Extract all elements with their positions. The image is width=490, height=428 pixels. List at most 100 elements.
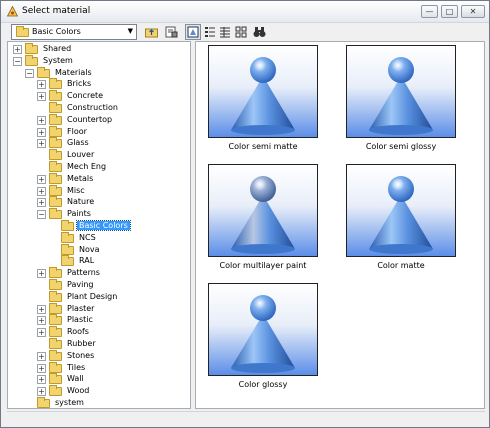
tree-item[interactable]: Nova <box>8 243 188 256</box>
folder-icon <box>61 255 74 267</box>
tree-item[interactable]: − System <box>8 54 188 67</box>
tree-item-label: Stones <box>67 350 95 360</box>
collapse-icon[interactable]: − <box>25 68 34 78</box>
tree-item-label: Materials <box>55 67 92 77</box>
folder-icon <box>49 102 62 113</box>
tree-item-label: Plant Design <box>67 291 118 301</box>
material-preview-image <box>208 283 318 376</box>
window-title: Select material <box>22 6 91 16</box>
expand-icon[interactable]: + <box>37 92 46 102</box>
expand-icon[interactable]: + <box>37 375 46 385</box>
tree-item[interactable]: Paving <box>8 279 188 291</box>
folder-icon <box>49 290 62 302</box>
tree-item[interactable]: + Tiles <box>8 361 188 374</box>
title-bar: Select material — □ ✕ <box>1 1 489 23</box>
tree-item[interactable]: + Floor <box>8 125 188 138</box>
expand-icon[interactable]: + <box>37 174 46 184</box>
tree-item[interactable]: + Countertop <box>8 113 188 126</box>
tree-item[interactable]: + Plaster <box>8 302 188 315</box>
tree-item[interactable]: − Materials <box>8 66 188 79</box>
tree-item-label: Mech Eng <box>67 162 107 171</box>
maximize-button[interactable]: □ <box>441 5 458 18</box>
expand-icon[interactable]: + <box>13 45 22 54</box>
properties-button[interactable] <box>163 24 179 40</box>
tree-item[interactable]: system <box>8 397 188 409</box>
tree-item[interactable]: + Metals <box>8 172 188 185</box>
material-thumbnail[interactable]: Color semi glossy <box>346 45 456 155</box>
collapse-icon[interactable]: − <box>37 210 46 220</box>
folder-icon <box>37 66 50 78</box>
tree-item[interactable]: Plant Design <box>8 290 188 303</box>
tree-item[interactable]: + Glass <box>8 137 188 149</box>
folder-icon <box>49 361 62 373</box>
tree-item[interactable]: Basic Colors <box>8 220 188 232</box>
material-name: Color semi matte <box>228 142 298 151</box>
tree-item-label: Paints <box>67 209 91 219</box>
material-thumbnail[interactable]: Color glossy <box>208 283 318 393</box>
tree-item[interactable]: + Nature <box>8 196 188 208</box>
expand-icon[interactable]: + <box>37 127 46 137</box>
tree-item[interactable]: RAL <box>8 255 188 267</box>
tree-item[interactable]: − Paints <box>8 208 188 220</box>
expand-icon[interactable]: + <box>37 304 46 314</box>
tree-item[interactable]: + Wall <box>8 373 188 385</box>
tree-item[interactable]: + Roofs <box>8 326 188 338</box>
material-preview-image <box>346 164 456 257</box>
expand-icon[interactable]: + <box>37 186 46 196</box>
library-combo[interactable]: Basic Colors ▼ <box>11 24 137 40</box>
tree-item-label: Louver <box>67 150 95 160</box>
tree-item-label: Concrete <box>67 91 104 101</box>
material-thumbnail[interactable]: Color semi matte <box>208 45 318 155</box>
expand-icon[interactable]: + <box>37 80 46 90</box>
pawn-shape <box>231 295 295 373</box>
tree-item[interactable]: Louver <box>8 149 188 161</box>
tree-item-label: Shared <box>43 44 72 53</box>
material-preview-image <box>208 164 318 257</box>
view-list-button[interactable] <box>202 24 218 40</box>
expand-icon[interactable]: + <box>37 351 46 361</box>
expand-icon[interactable]: + <box>37 198 46 208</box>
tree-item[interactable]: Rubber <box>8 338 188 350</box>
expand-icon[interactable]: + <box>37 139 46 149</box>
view-tiles-button[interactable] <box>233 24 249 40</box>
tree-item[interactable]: + Misc <box>8 184 188 197</box>
minimize-button[interactable]: — <box>421 5 438 18</box>
tree-item-label: Metals <box>67 173 94 183</box>
pawn-shape <box>231 57 295 135</box>
tree-item[interactable]: + Concrete <box>8 90 188 102</box>
find-button[interactable] <box>251 24 267 40</box>
collapse-icon[interactable]: − <box>13 56 22 66</box>
tree-item[interactable]: Construction <box>8 102 188 114</box>
tree-item[interactable]: + Patterns <box>8 267 188 279</box>
folder-icon <box>49 90 62 102</box>
view-details-icon <box>220 27 230 38</box>
material-thumbnail[interactable]: Color multilayer paint <box>208 164 318 274</box>
material-thumbnail[interactable]: Color matte <box>346 164 456 274</box>
expand-icon[interactable]: + <box>37 269 46 279</box>
expand-icon[interactable]: + <box>37 387 46 397</box>
close-button[interactable]: ✕ <box>461 5 485 18</box>
view-thumbnails-button[interactable] <box>185 24 201 40</box>
tree-item[interactable]: + Shared <box>8 43 188 55</box>
material-preview-grid[interactable]: Color semi matte Color semi glossy Color m… <box>195 41 485 409</box>
tree-item-label: Wood <box>67 386 90 396</box>
tree-item[interactable]: + Bricks <box>8 78 188 90</box>
folder-icon <box>49 373 62 385</box>
pawn-shape <box>369 176 433 254</box>
expand-icon[interactable]: + <box>37 115 46 125</box>
library-combo-value: Basic Colors <box>32 27 81 36</box>
tree-item[interactable]: NCS <box>8 231 188 244</box>
pawn-shape <box>231 176 295 254</box>
folder-up-button[interactable] <box>143 24 159 40</box>
tree-item[interactable]: Mech Eng <box>8 161 188 173</box>
view-details-button[interactable] <box>217 24 233 40</box>
tree-item[interactable]: + Stones <box>8 349 188 362</box>
tree-item[interactable]: + Plastic <box>8 314 188 326</box>
tree-item-label: Basic Colors <box>76 220 131 231</box>
tree-item[interactable]: + Wood <box>8 385 188 397</box>
expand-icon[interactable]: + <box>37 363 46 373</box>
material-tree[interactable]: + Shared − System − Materials + Bricks + Concrete… <box>7 41 191 409</box>
expand-icon[interactable]: + <box>37 316 46 326</box>
material-name: Color matte <box>377 261 425 270</box>
expand-icon[interactable]: + <box>37 328 46 338</box>
